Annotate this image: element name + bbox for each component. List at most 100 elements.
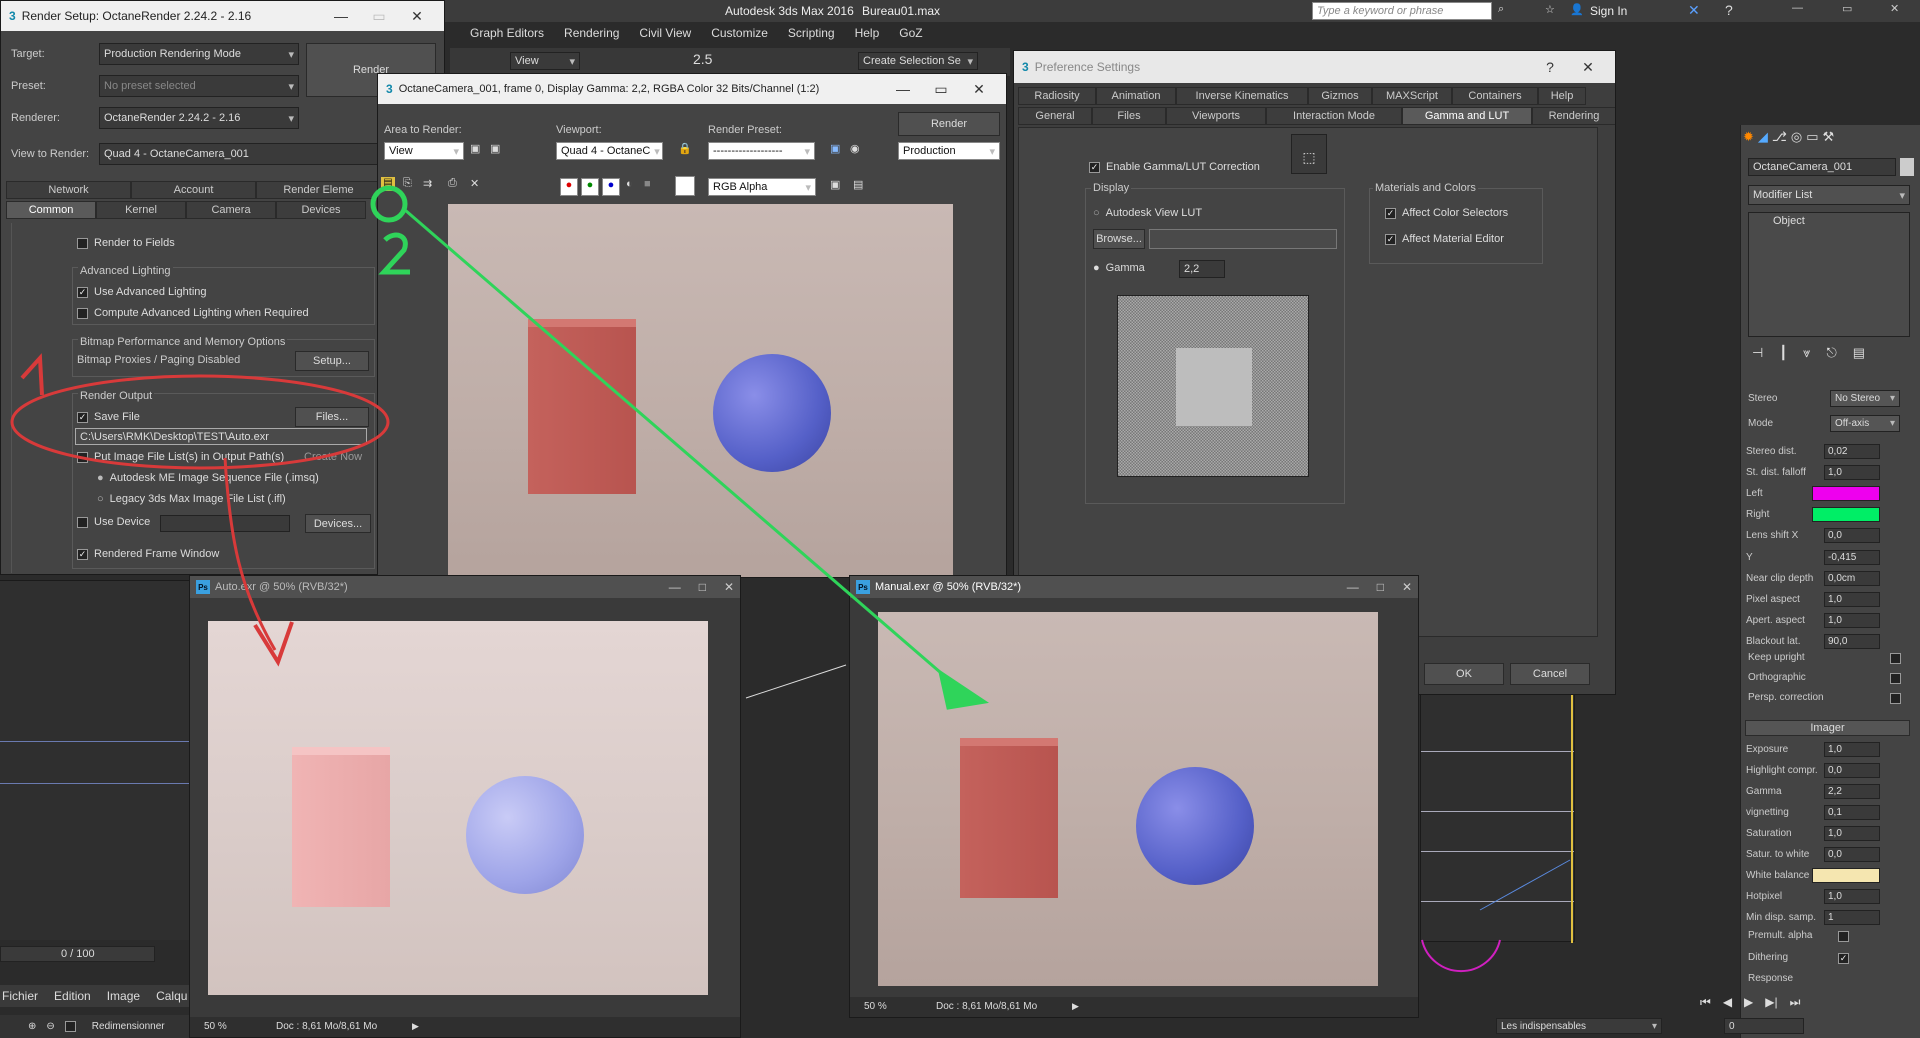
radio-icon[interactable]: ○ <box>97 493 104 505</box>
cancel-button[interactable]: Cancel <box>1510 663 1590 685</box>
tab-common[interactable]: Common <box>6 201 96 219</box>
frame-number-field[interactable]: 0 <box>1724 1018 1804 1034</box>
legacy-ifl-row[interactable]: ○ Legacy 3ds Max Image File List (.ifl) <box>97 493 286 505</box>
use-advanced-lighting-checkbox[interactable]: ✓ <box>77 286 88 298</box>
tab-camera[interactable]: Camera <box>186 201 276 219</box>
star-icon[interactable]: ☆ <box>1545 3 1555 16</box>
menu-rendering[interactable]: Rendering <box>564 26 619 40</box>
create-now-button[interactable]: Create Now <box>304 451 362 463</box>
help-icon[interactable]: ? <box>1531 59 1569 76</box>
camera-param-input[interactable]: 0,0 <box>1824 528 1880 544</box>
zoom-in-icon[interactable]: ⊕ <box>28 1021 36 1032</box>
next-frame-icon[interactable]: ▶| <box>1765 995 1777 1010</box>
target-dropdown[interactable]: Production Rendering Mode <box>99 43 299 65</box>
tab-rendering[interactable]: Rendering <box>1532 107 1615 125</box>
radio-selected-icon[interactable]: ● <box>1093 262 1100 274</box>
viewport-dropdown[interactable]: Quad 4 - OctaneC <box>556 142 663 160</box>
tab-files[interactable]: Files <box>1092 107 1166 125</box>
tab-animation[interactable]: Animation <box>1096 87 1176 105</box>
menu-graph-editors[interactable]: Graph Editors <box>470 26 544 40</box>
tab-gamma-lut[interactable]: Gamma and LUT <box>1402 107 1532 125</box>
keep-upright-checkbox[interactable] <box>1890 653 1901 664</box>
compute-advanced-lighting-row[interactable]: Compute Advanced Lighting when Required <box>77 307 309 319</box>
tab-account[interactable]: Account <box>131 181 256 199</box>
help-icon[interactable]: ? <box>1725 2 1733 18</box>
resize-checkbox[interactable] <box>64 1021 76 1032</box>
menu-help[interactable]: Help <box>855 26 880 40</box>
tab-inverse-kinematics[interactable]: Inverse Kinematics <box>1176 87 1308 105</box>
close-icon[interactable]: ✕ <box>398 8 436 25</box>
close-icon[interactable]: ✕ <box>724 580 734 594</box>
area-edit-icon[interactable]: ▣ <box>470 142 480 155</box>
ps-menu-calque[interactable]: Calqu <box>156 989 187 1003</box>
go-start-icon[interactable]: ⏮ <box>1700 995 1711 1010</box>
imager-param-input[interactable]: 0,1 <box>1824 804 1880 820</box>
minimize-icon[interactable]: — <box>1792 2 1803 14</box>
enable-gamma-row[interactable]: ✓ Enable Gamma/LUT Correction <box>1089 161 1260 173</box>
close-icon[interactable]: ✕ <box>960 81 998 98</box>
premult-alpha-checkbox[interactable] <box>1838 931 1849 942</box>
create-tab-icon[interactable]: ✹ <box>1743 129 1754 151</box>
camera-param-input[interactable]: -0,415 <box>1824 549 1880 565</box>
remove-modifier-icon[interactable]: ⎋ <box>1827 345 1837 361</box>
frame-render-button[interactable]: Render <box>898 112 1000 136</box>
device-field[interactable] <box>160 515 290 532</box>
files-button[interactable]: Files... <box>295 407 369 427</box>
mode-dropdown[interactable]: Off-axis <box>1830 415 1900 432</box>
swatch-white[interactable] <box>675 176 695 196</box>
make-unique-icon[interactable]: ⩔ <box>1803 345 1810 361</box>
red-channel-icon[interactable]: ● <box>560 178 578 196</box>
enable-gamma-checkbox[interactable]: ✓ <box>1089 161 1100 173</box>
ime-sequence-row[interactable]: ● Autodesk ME Image Sequence File (.imsq) <box>97 472 319 484</box>
user-icon[interactable]: 👤 <box>1570 3 1584 16</box>
imager-param-input[interactable]: 1 <box>1824 909 1880 925</box>
preset-dropdown[interactable]: No preset selected <box>99 75 299 97</box>
render-to-fields-checkbox[interactable] <box>77 237 88 249</box>
ok-button[interactable]: OK <box>1424 663 1504 685</box>
renderer-dropdown[interactable]: OctaneRender 2.24.2 - 2.16 <box>99 107 299 129</box>
minimize-icon[interactable]: — <box>322 8 360 25</box>
spinner-snap-icon[interactable]: 2.5 <box>693 51 712 67</box>
affect-color-checkbox[interactable]: ✓ <box>1385 207 1396 219</box>
ps-auto-zoom[interactable]: 50 % <box>204 1021 227 1032</box>
orthographic-checkbox[interactable] <box>1890 673 1901 684</box>
gamma-input[interactable]: 2,2 <box>1179 260 1225 278</box>
save-image-icon[interactable]: ▤ <box>381 177 395 191</box>
clear-icon[interactable]: ✕ <box>470 177 479 190</box>
tab-gizmos[interactable]: Gizmos <box>1308 87 1372 105</box>
sign-in-link[interactable]: Sign In <box>1590 4 1627 18</box>
lut-path-field[interactable] <box>1149 229 1337 249</box>
utilities-tab-icon[interactable]: ⚒ <box>1823 129 1835 151</box>
close-icon[interactable]: ✕ <box>1569 59 1607 76</box>
copy-image-icon[interactable]: ⎘ <box>403 177 412 190</box>
maximize-icon[interactable]: ▭ <box>1842 2 1852 15</box>
use-advanced-lighting-row[interactable]: ✓ Use Advanced Lighting <box>77 286 207 298</box>
floating-toolbar-icon[interactable]: ⬚ <box>1291 134 1327 174</box>
motion-tab-icon[interactable]: ◎ <box>1791 129 1802 151</box>
imager-param-input[interactable] <box>1811 867 1880 883</box>
maximize-icon[interactable]: □ <box>699 580 706 594</box>
tab-render-elements[interactable]: Render Eleme <box>256 181 381 199</box>
browse-button[interactable]: Browse... <box>1093 229 1145 249</box>
gamma-row[interactable]: ● Gamma <box>1093 262 1145 274</box>
search-input[interactable]: Type a keyword or phrase <box>1312 2 1492 20</box>
camera-param-input[interactable] <box>1811 507 1880 523</box>
use-device-row[interactable]: Use Device <box>77 516 150 528</box>
environment-icon[interactable]: ◉ <box>850 142 860 155</box>
render-to-fields-row[interactable]: Render to Fields <box>77 237 175 249</box>
pin-stack-icon[interactable]: ⊣ <box>1752 345 1763 361</box>
play-icon[interactable]: ▶ <box>1744 995 1753 1010</box>
display-toggle-icon[interactable]: ▤ <box>853 178 863 191</box>
green-channel-icon[interactable]: ● <box>581 178 599 196</box>
ps-menu-image[interactable]: Image <box>107 989 140 1003</box>
tab-viewports[interactable]: Viewports <box>1166 107 1266 125</box>
area-to-render-dropdown[interactable]: View <box>384 142 464 160</box>
save-file-row[interactable]: ✓ Save File <box>77 411 140 423</box>
reference-coord-dropdown[interactable]: View <box>510 52 580 70</box>
render-preset-dropdown[interactable]: ------------------- <box>708 142 815 160</box>
camera-param-input[interactable]: 90,0 <box>1824 634 1880 650</box>
production-dropdown[interactable]: Production <box>898 142 1000 160</box>
tab-help[interactable]: Help <box>1538 87 1586 105</box>
show-end-result-icon[interactable]: ┃ <box>1779 345 1787 361</box>
modify-tab-icon[interactable]: ◢ <box>1758 129 1768 151</box>
